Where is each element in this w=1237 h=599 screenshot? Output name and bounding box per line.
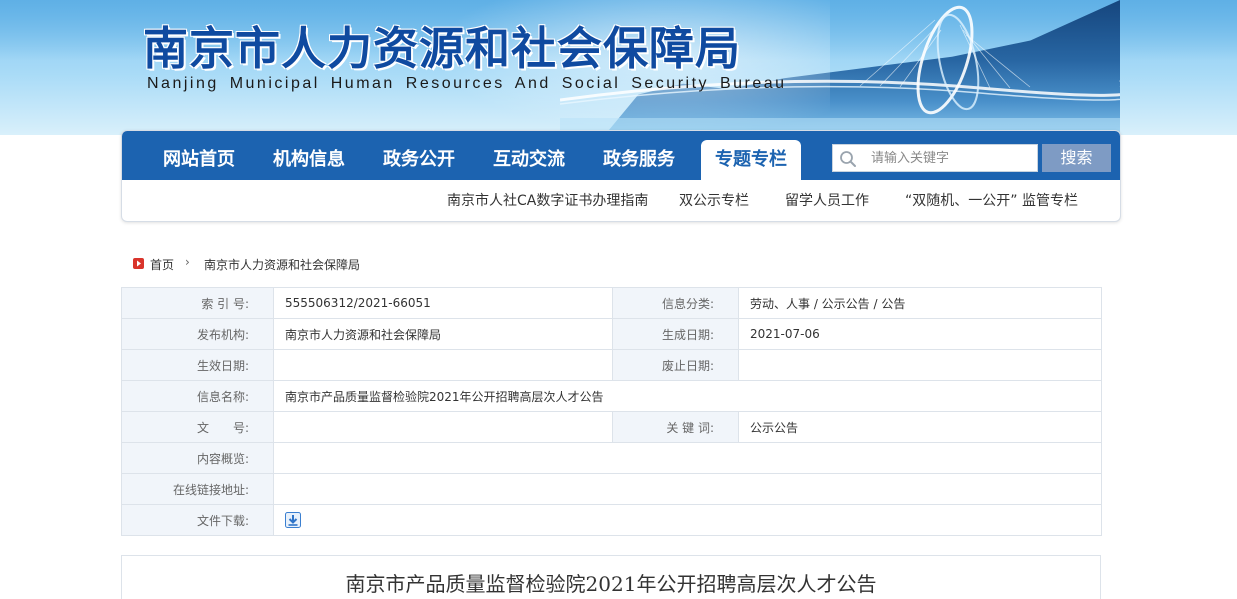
nav-bar: 网站首页 机构信息 政务公开 互动交流 政务服务 专题专栏 搜索: [122, 131, 1120, 180]
info-name-value: 南京市产品质量监督检验院2021年公开招聘高层次人才公告: [273, 380, 1102, 412]
sub-navigation: 南京市人社CA数字证书办理指南 双公示专栏 留学人员工作 “双随机、一公开” 监…: [122, 180, 1120, 222]
keywords-label: 关 键 词:: [612, 411, 739, 443]
created-date-label: 生成日期:: [612, 318, 739, 350]
article-container: 南京市产品质量监督检验院2021年公开招聘高层次人才公告: [121, 555, 1101, 599]
table-row: 内容概览:: [121, 442, 1102, 474]
document-info-table: 索 引 号: 555506312/2021-66051 信息分类: 劳动、人事 …: [121, 287, 1102, 536]
nav-item-home[interactable]: 网站首页: [163, 131, 235, 180]
file-download-label: 文件下载:: [121, 504, 274, 536]
search-input[interactable]: [871, 147, 1031, 169]
main-navigation: 网站首页 机构信息 政务公开 互动交流 政务服务 专题专栏 搜索 南京市人社CA…: [121, 130, 1121, 222]
breadcrumb-current[interactable]: 南京市人力资源和社会保障局: [204, 256, 360, 273]
document-number-label: 文 号:: [121, 411, 274, 443]
file-download-cell: [273, 504, 1102, 536]
search-button[interactable]: 搜索: [1042, 144, 1111, 172]
nav-item-public-affairs[interactable]: 政务公开: [383, 131, 455, 180]
abolished-date-label: 废止日期:: [612, 349, 739, 381]
publisher-value: 南京市人力资源和社会保障局: [273, 318, 613, 350]
online-link-label: 在线链接地址:: [121, 473, 274, 505]
sub-nav-double-random-supervision[interactable]: “双随机、一公开” 监管专栏: [905, 180, 1078, 222]
created-date-value: 2021-07-06: [738, 318, 1102, 350]
table-row: 文 号: 关 键 词: 公示公告: [121, 411, 1102, 443]
table-row: 文件下载:: [121, 504, 1102, 536]
publisher-label: 发布机构:: [121, 318, 274, 350]
table-row: 索 引 号: 555506312/2021-66051 信息分类: 劳动、人事 …: [121, 287, 1102, 319]
home-marker-icon: [133, 258, 144, 269]
breadcrumb-separator: ›: [185, 255, 190, 269]
summary-label: 内容概览:: [121, 442, 274, 474]
article-title: 南京市产品质量监督检验院2021年公开招聘高层次人才公告: [345, 572, 877, 596]
index-number-label: 索 引 号:: [121, 287, 274, 319]
index-number-value: 555506312/2021-66051: [273, 287, 613, 319]
download-icon[interactable]: [285, 512, 301, 528]
sub-nav-double-publicity[interactable]: 双公示专栏: [679, 180, 749, 222]
abolished-date-value: [738, 349, 1102, 381]
header-banner: 南京市人力资源和社会保障局 Nanjing Municipal Human Re…: [0, 0, 1237, 135]
search-box: [832, 144, 1038, 172]
sub-nav-returnee-work[interactable]: 留学人员工作: [785, 180, 869, 222]
nav-item-interaction[interactable]: 互动交流: [493, 131, 565, 180]
effective-date-value: [273, 349, 613, 381]
breadcrumb-home-link[interactable]: 首页: [150, 256, 174, 273]
search-icon: [840, 151, 856, 167]
sub-nav-ca-certificate-guide[interactable]: 南京市人社CA数字证书办理指南: [447, 180, 648, 222]
table-row: 在线链接地址:: [121, 473, 1102, 505]
document-number-value: [273, 411, 613, 443]
site-subtitle: Nanjing Municipal Human Resources And So…: [147, 75, 787, 92]
category-value: 劳动、人事 / 公示公告 / 公告: [738, 287, 1102, 319]
table-row: 信息名称: 南京市产品质量监督检验院2021年公开招聘高层次人才公告: [121, 380, 1102, 412]
nav-item-organization[interactable]: 机构信息: [273, 131, 345, 180]
site-title: 南京市人力资源和社会保障局: [143, 22, 742, 75]
summary-value: [273, 442, 1102, 474]
table-row: 生效日期: 废止日期:: [121, 349, 1102, 381]
category-label: 信息分类:: [612, 287, 739, 319]
nav-item-services[interactable]: 政务服务: [603, 131, 675, 180]
info-name-label: 信息名称:: [121, 380, 274, 412]
online-link-value: [273, 473, 1102, 505]
table-row: 发布机构: 南京市人力资源和社会保障局 生成日期: 2021-07-06: [121, 318, 1102, 350]
nav-item-special-topics[interactable]: 专题专栏: [701, 140, 801, 180]
effective-date-label: 生效日期:: [121, 349, 274, 381]
keywords-value: 公示公告: [738, 411, 1102, 443]
